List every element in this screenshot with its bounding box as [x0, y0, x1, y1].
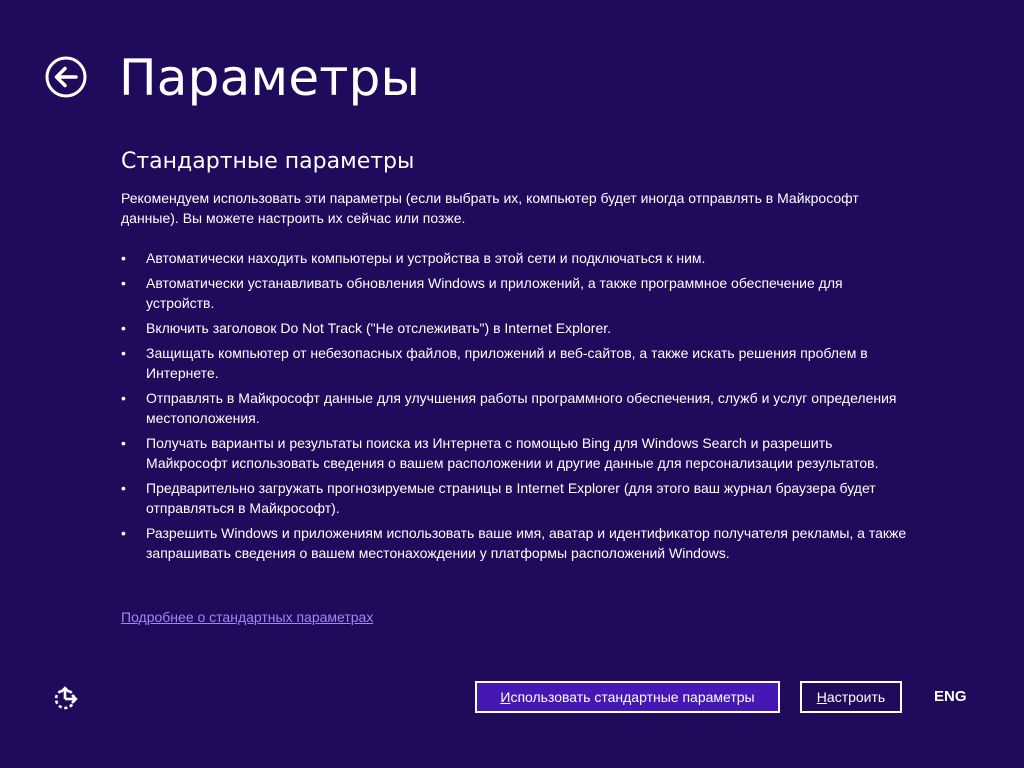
list-item: • Защищать компьютер от небезопасных файл… [121, 343, 911, 383]
list-item-text: Разрешить Windows и приложениям использо… [146, 525, 907, 561]
back-button[interactable] [45, 56, 87, 98]
intro-text: Рекомендуем использовать эти параметры (… [121, 190, 859, 226]
list-item: • Получать варианты и результаты поиска и… [121, 433, 911, 473]
ease-of-access-icon[interactable] [52, 684, 80, 712]
list-item-text: Получать варианты и результаты поиска из… [146, 435, 879, 471]
button-label: спользовать стандартные параметры [510, 689, 755, 705]
list-item-text: Автоматически находить компьютеры и устр… [146, 250, 706, 266]
list-item: • Отправлять в Майкрософт данные для улуч… [121, 388, 911, 428]
list-item-text: Автоматически устанавливать обновления W… [146, 275, 843, 311]
list-item-text: Включить заголовок Do Not Track ("Не отс… [146, 320, 612, 336]
language-indicator[interactable]: ENG [934, 687, 967, 707]
list-item-text: Защищать компьютер от небезопасных файло… [146, 345, 868, 381]
bullet-icon: • [121, 320, 126, 336]
button-label: астроить [826, 689, 886, 705]
bullet-icon: • [121, 345, 126, 361]
page-title: Параметры [119, 49, 421, 107]
list-item-text: Отправлять в Майкрософт данные для улучш… [146, 390, 897, 426]
accelerator-key: Н [816, 689, 827, 705]
back-arrow-icon [45, 56, 87, 98]
customize-button[interactable]: Настроить [800, 681, 902, 713]
ease-of-access-icon-graphic [54, 686, 78, 710]
bullet-icon: • [121, 390, 126, 406]
list-item-text: Предварительно загружать прогнозируемые … [146, 480, 876, 516]
bullet-icon: • [121, 480, 126, 496]
list-item: • Предварительно загружать прогнозируемые… [121, 478, 911, 518]
learn-more-link[interactable]: Подробнее о стандартных параметрах [121, 607, 373, 627]
bullet-icon: • [121, 435, 126, 451]
setup-page: Параметры Стандартные параметры Рекоменд… [0, 0, 1024, 768]
section-title: Стандартные параметры [121, 149, 415, 174]
list-item: • Включить заголовок Do Not Track ("Не от… [121, 318, 911, 338]
use-express-settings-button[interactable]: Использовать стандартные параметры [475, 681, 780, 713]
bullet-icon: • [121, 250, 126, 266]
bullet-icon: • [121, 275, 126, 291]
bullet-icon: • [121, 525, 126, 541]
list-item: • Автоматически устанавливать обновления … [121, 273, 911, 313]
list-item: • Автоматически находить компьютеры и уст… [121, 248, 911, 268]
accelerator-key: И [500, 689, 511, 705]
settings-list: • Автоматически находить компьютеры и уст… [121, 248, 911, 568]
list-item: • Разрешить Windows и приложениям использ… [121, 523, 911, 563]
